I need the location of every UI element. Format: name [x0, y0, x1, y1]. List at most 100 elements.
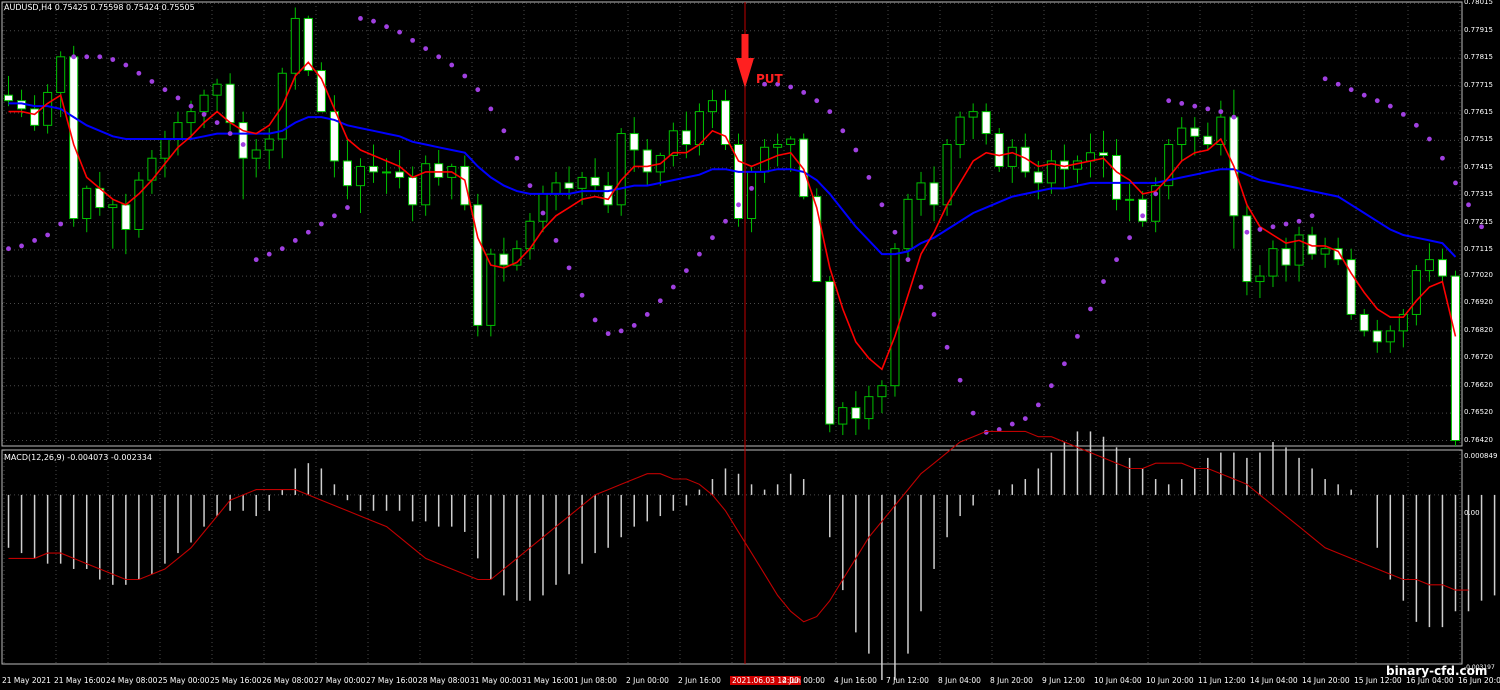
time-tick-label: 7 Jun 12:00: [886, 676, 929, 685]
price-tick-label: 0.77915: [1464, 25, 1493, 34]
sar-dot: [1205, 106, 1211, 112]
sar-dot: [318, 221, 324, 227]
candle-bearish: [499, 253, 509, 266]
sar-dot: [566, 265, 572, 271]
sar-dot: [1114, 257, 1119, 263]
time-tick-label: 1 Jun 08:00: [574, 676, 617, 685]
sar-dot: [814, 98, 820, 104]
sar-dot: [19, 243, 24, 249]
time-tick-label: 21 May 16:00: [54, 676, 106, 685]
sar-dot: [840, 128, 846, 134]
candle-bearish: [629, 133, 639, 151]
time-tick-label: 2 Jun 00:00: [626, 676, 669, 685]
candle-bullish: [916, 182, 926, 200]
candle-bullish: [382, 171, 392, 174]
sar-dot: [136, 70, 142, 76]
sar-dot: [1257, 227, 1263, 232]
macd-axis-zero: 0.00: [1464, 509, 1480, 517]
candle-bearish: [1242, 215, 1252, 283]
put-label: PUT: [756, 72, 783, 86]
sar-dot: [1075, 333, 1080, 339]
sar-dot: [905, 257, 911, 263]
price-tick-label: 0.77315: [1464, 190, 1493, 199]
candle-bullish: [968, 111, 978, 118]
candle-bearish: [434, 163, 444, 178]
candle-bearish: [642, 149, 652, 173]
sar-dot: [32, 238, 37, 243]
candle-bullish: [199, 94, 209, 113]
sar-dot: [749, 185, 754, 191]
sar-dot: [266, 251, 272, 257]
sar-dot: [1231, 114, 1237, 120]
candle-bearish: [342, 160, 352, 187]
candle-bullish: [56, 56, 66, 93]
price-tick-label: 0.76820: [1464, 325, 1493, 334]
sar-dot: [1153, 191, 1159, 197]
time-tick-label: 27 May 16:00: [366, 676, 418, 685]
sar-dot: [84, 54, 90, 60]
price-tick-label: 0.77115: [1464, 245, 1493, 254]
time-tick-label: 31 May 16:00: [522, 676, 574, 685]
price-tick-label: 0.77715: [1464, 80, 1493, 89]
price-tick-label: 0.77515: [1464, 135, 1493, 144]
candle-bullish: [747, 171, 757, 220]
sar-dot: [1166, 98, 1172, 104]
sar-dot: [618, 328, 624, 334]
sar-dot: [6, 246, 11, 252]
macd-histogram: [7, 431, 1496, 681]
candle-bullish: [942, 144, 952, 206]
candle-bullish: [1424, 259, 1434, 272]
sar-dot: [71, 54, 77, 60]
candle-bullish: [134, 179, 144, 230]
sar-dot: [788, 84, 794, 90]
time-tick-label: 4 Jun 00:00: [782, 676, 825, 685]
candle-bearish: [1033, 171, 1043, 184]
put-arrow-icon: [736, 58, 754, 88]
candle-bullish: [290, 17, 300, 74]
sar-dot: [45, 232, 51, 238]
time-tick-label: 28 May 08:00: [418, 676, 470, 685]
price-tick-label: 0.77215: [1464, 217, 1493, 226]
sar-dot: [371, 18, 376, 24]
sar-dot: [1192, 103, 1198, 109]
sar-dot: [723, 218, 728, 224]
candle-bearish: [994, 133, 1004, 167]
sar-dot: [345, 205, 350, 210]
sar-dot: [240, 142, 246, 147]
time-tick-label: 25 May 16:00: [210, 676, 262, 685]
sar-dot: [1009, 421, 1015, 427]
sar-dot: [1466, 202, 1471, 208]
sar-dot: [1270, 224, 1276, 230]
macd-signal: [8, 430, 1469, 623]
candle-bullish: [577, 176, 587, 189]
candle-bearish: [368, 165, 379, 173]
price-tick-label: 0.77615: [1464, 108, 1493, 116]
sar-dot: [931, 312, 937, 317]
candle-bearish: [929, 182, 939, 206]
sar-dot: [657, 298, 663, 304]
candle-bearish: [460, 165, 470, 206]
candle-bullish: [1411, 270, 1421, 315]
candle-bullish: [82, 187, 92, 220]
time-tick-label: 4 Jun 16:00: [834, 676, 877, 685]
sar-dot: [553, 238, 559, 243]
sar-dot: [579, 292, 585, 298]
time-tick-label: 8 Jun 04:00: [938, 676, 981, 685]
sar-dot: [1062, 361, 1067, 367]
sar-dot: [1387, 103, 1393, 109]
candle-bullish: [786, 138, 796, 146]
time-tick-label: 16 Jun 20:00: [1458, 676, 1500, 685]
sar-dot: [488, 106, 494, 112]
sar-dot: [214, 120, 220, 125]
candle-bearish: [1098, 152, 1109, 156]
time-tick-label: 24 May 08:00: [106, 676, 158, 685]
sar-dot: [1244, 229, 1250, 235]
candle-bearish: [1203, 135, 1213, 146]
chart-frames: [1, 1, 1463, 665]
candle-bullish: [551, 182, 561, 195]
time-tick-label: 15 Jun 12:00: [1354, 676, 1402, 685]
sar-dot: [540, 210, 546, 216]
sar-dot: [1101, 279, 1106, 284]
sar-dot: [58, 221, 64, 227]
indicator-lines: [8, 61, 1457, 371]
